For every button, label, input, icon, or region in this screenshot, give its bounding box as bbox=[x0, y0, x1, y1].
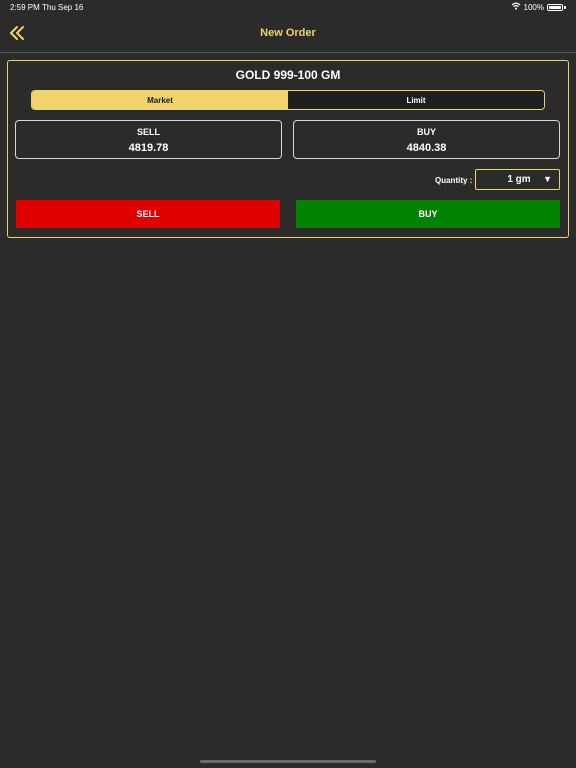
tab-market[interactable]: Market bbox=[32, 91, 288, 109]
status-time: 2:59 PM bbox=[10, 3, 40, 12]
nav-bar: New Order bbox=[0, 14, 576, 53]
quantity-dropdown[interactable]: 1 gm ▼ bbox=[475, 169, 560, 190]
order-card: GOLD 999-100 GM Market Limit SELL 4819.7… bbox=[7, 60, 569, 238]
sell-price-box: SELL 4819.78 bbox=[15, 120, 282, 159]
buy-button[interactable]: BUY bbox=[296, 200, 560, 228]
quantity-label: Quantity : bbox=[435, 176, 473, 185]
product-title: GOLD 999-100 GM bbox=[235, 68, 341, 82]
buy-price-label: BUY bbox=[416, 127, 436, 137]
sell-price-value: 4819.78 bbox=[128, 142, 169, 154]
status-bar: 2:59 PM Thu Sep 16 100% bbox=[0, 0, 576, 14]
page-title: New Order bbox=[260, 27, 316, 39]
buy-price-value: 4840.38 bbox=[406, 142, 447, 154]
battery-icon bbox=[547, 3, 563, 11]
wifi-icon bbox=[511, 2, 521, 12]
tab-limit[interactable]: Limit bbox=[288, 91, 544, 109]
buy-price-box: BUY 4840.38 bbox=[293, 120, 560, 159]
battery-percent: 100% bbox=[523, 2, 544, 12]
caret-down-icon: ▼ bbox=[543, 174, 552, 184]
sell-button[interactable]: SELL bbox=[16, 200, 280, 228]
home-indicator bbox=[200, 760, 376, 763]
order-type-segment: Market Limit bbox=[31, 90, 545, 110]
status-indicators: 100% bbox=[511, 2, 566, 12]
sell-price-label: SELL bbox=[136, 127, 160, 137]
battery-tip bbox=[564, 5, 566, 9]
status-date: Thu Sep 16 bbox=[42, 3, 84, 12]
